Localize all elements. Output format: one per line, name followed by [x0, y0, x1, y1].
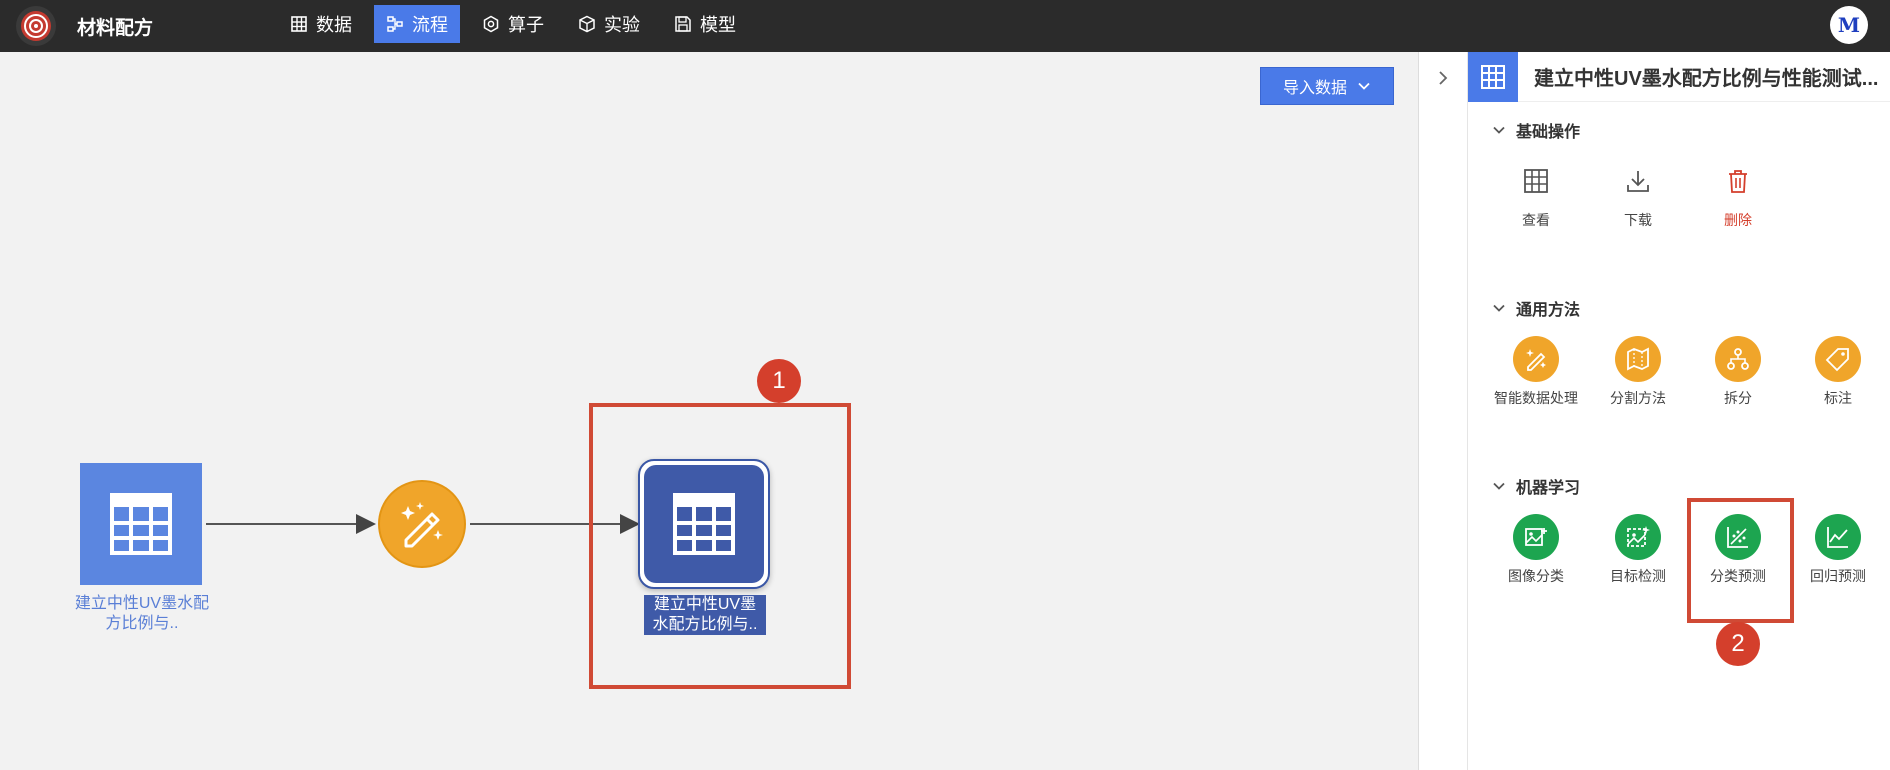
tool-label: 标注: [1824, 390, 1852, 406]
tool-smart-data-processing[interactable]: 智能数据处理: [1486, 336, 1586, 408]
tool-split-method[interactable]: 分割方法: [1588, 336, 1688, 408]
data-processing-node[interactable]: [378, 480, 466, 568]
tool-label: 拆分: [1724, 390, 1752, 406]
tool-grid: 查看 下载 删除: [1468, 158, 1890, 248]
tool-label: 图像分类: [1508, 568, 1564, 584]
nav-item-workflow[interactable]: 流程: [374, 5, 460, 43]
panel-header: 建立中性UV墨水配方比例与性能测试...: [1468, 51, 1890, 102]
section-header[interactable]: 基础操作: [1492, 118, 1890, 142]
detection-icon: [1615, 514, 1661, 560]
tool-view[interactable]: 查看: [1486, 158, 1586, 230]
chevron-down-icon: [1493, 126, 1505, 134]
dataset-node-1-label: 建立中性UV墨水配方比例与..: [74, 595, 210, 632]
app-logo[interactable]: [16, 6, 56, 46]
tool-grid: 智能数据处理 分割方法 拆分 标注: [1468, 336, 1890, 426]
tool-image-classification[interactable]: 图像分类: [1486, 514, 1586, 586]
tool-label: 分割方法: [1610, 390, 1666, 406]
step-badge-2: 2: [1716, 622, 1760, 666]
chevron-right-icon[interactable]: [1435, 70, 1451, 86]
section-title: 基础操作: [1516, 124, 1581, 141]
tool-object-detection[interactable]: 目标检测: [1588, 514, 1688, 586]
tool-annotate[interactable]: 标注: [1788, 336, 1888, 408]
table-icon: [291, 16, 307, 32]
top-bar: 材料配方 数据 流程 算子 实验 模型 M: [0, 0, 1890, 52]
tool-grid: 图像分类 目标检测 分类预测 回归预测: [1468, 514, 1890, 604]
tool-delete[interactable]: 删除: [1688, 158, 1788, 230]
table-icon: [110, 493, 172, 555]
section-header[interactable]: 机器学习: [1492, 474, 1890, 498]
nav-label: 模型: [700, 15, 736, 35]
section-header[interactable]: 通用方法: [1492, 296, 1890, 320]
highlight-box-2: [1687, 498, 1794, 623]
section-title: 通用方法: [1516, 302, 1581, 319]
cube-icon: [579, 15, 595, 33]
dataset-node-1[interactable]: [80, 463, 202, 585]
nav-item-operator[interactable]: 算子: [470, 5, 556, 43]
tool-split[interactable]: 拆分: [1688, 336, 1788, 408]
trash-icon: [1715, 158, 1761, 204]
chevron-down-icon: [1493, 304, 1505, 312]
main-nav: 数据 流程 算子 实验 模型: [278, 5, 748, 43]
nav-item-data[interactable]: 数据: [278, 5, 364, 43]
image-icon: [1513, 514, 1559, 560]
save-icon: [675, 16, 691, 32]
workflow-icon: [387, 16, 403, 32]
tool-regression-prediction[interactable]: 回归预测: [1788, 514, 1888, 586]
tool-download[interactable]: 下载: [1588, 158, 1688, 230]
tool-label: 回归预测: [1810, 568, 1866, 584]
section-basic-ops: 基础操作 查看 下载 删除: [1468, 118, 1890, 228]
download-icon: [1615, 158, 1661, 204]
magic-wand-icon: [401, 502, 443, 548]
nav-item-model[interactable]: 模型: [662, 5, 748, 43]
section-title: 机器学习: [1516, 480, 1581, 497]
tool-label: 查看: [1522, 212, 1550, 228]
nav-label: 流程: [412, 15, 448, 35]
user-avatar[interactable]: M: [1830, 6, 1868, 44]
step-badge-1: 1: [757, 359, 801, 403]
tool-label: 智能数据处理: [1494, 390, 1578, 406]
table-icon: [1513, 158, 1559, 204]
table-icon: [1468, 51, 1518, 102]
hierarchy-icon: [1715, 336, 1761, 382]
tool-label: 目标检测: [1610, 568, 1666, 584]
node-properties-panel: 建立中性UV墨水配方比例与性能测试... 基础操作 查看 下载 删除 通用方法 …: [1468, 51, 1890, 770]
section-general-methods: 通用方法 智能数据处理 分割方法 拆分 标注: [1468, 296, 1890, 406]
tag-icon: [1815, 336, 1861, 382]
magic-wand-icon: [1513, 336, 1559, 382]
tool-label: 下载: [1624, 212, 1652, 228]
section-machine-learning: 机器学习 图像分类 目标检测 分类预测 回归预测: [1468, 474, 1890, 584]
nav-label: 实验: [604, 15, 640, 35]
map-icon: [1615, 336, 1661, 382]
nav-label: 算子: [508, 15, 544, 35]
line-chart-icon: [1815, 514, 1861, 560]
nav-label: 数据: [316, 15, 352, 35]
app-title: 材料配方: [77, 18, 154, 39]
chevron-down-icon: [1493, 482, 1505, 490]
operator-icon: [483, 15, 499, 33]
panel-toggle-strip: [1418, 52, 1468, 770]
panel-title: 建立中性UV墨水配方比例与性能测试...: [1534, 68, 1879, 90]
highlight-box-1: [589, 403, 851, 689]
workflow-canvas[interactable]: 导入数据 建立中性UV墨水配方比例与.. 建立中性UV墨水配方比例与.. 1: [0, 52, 1418, 770]
nav-item-experiment[interactable]: 实验: [566, 5, 652, 43]
tool-label: 删除: [1724, 212, 1752, 228]
